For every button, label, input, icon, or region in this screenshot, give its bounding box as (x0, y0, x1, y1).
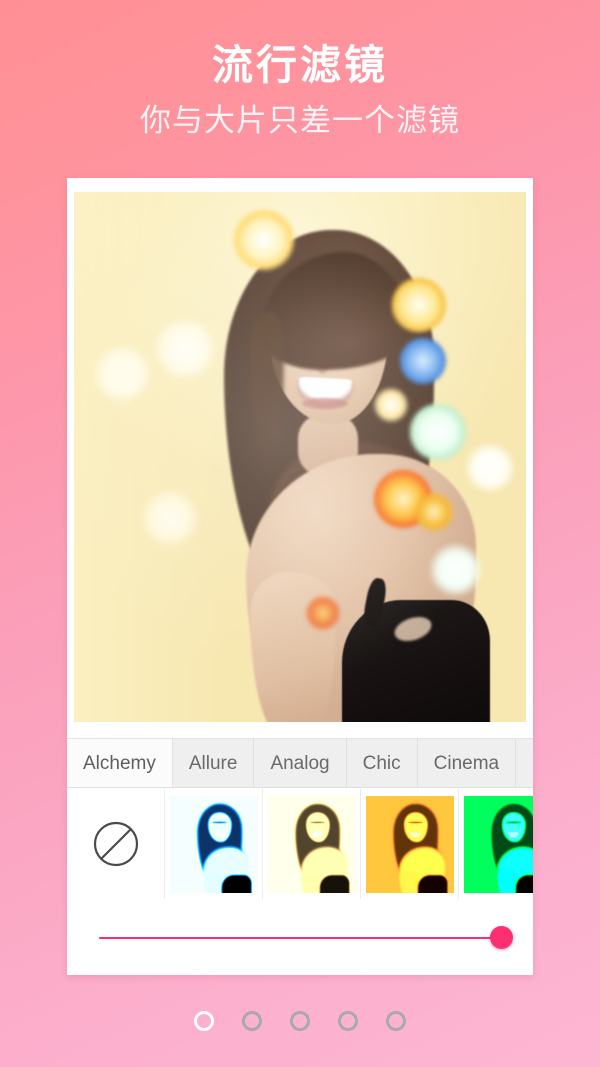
photo-preview[interactable] (74, 192, 526, 722)
tab-cinema[interactable]: Cinema (417, 739, 517, 787)
thumbnail-green-filter[interactable] (459, 789, 533, 899)
tab-allure[interactable]: Allure (172, 739, 255, 787)
bokeh-light-yellow-2 (392, 278, 446, 332)
bokeh-light-yellow-1 (234, 210, 294, 270)
bokeh-light-white-6 (374, 388, 408, 422)
bokeh-light-blue (400, 338, 446, 384)
thumbnail-gold-filter[interactable] (361, 789, 459, 899)
pagination-dots[interactable] (0, 1001, 600, 1041)
bokeh-light-white-3 (142, 490, 198, 546)
photo-image (74, 192, 526, 722)
page-title: 流行滤镜 (212, 42, 388, 88)
bokeh-light-white-1 (92, 344, 152, 404)
filter-tab-bar[interactable]: Alchemy Allure Analog Chic Cinema Daybre… (67, 738, 533, 788)
thumbnail-image (366, 796, 454, 893)
bokeh-light-gold (414, 492, 454, 532)
thumbnail-image (464, 796, 533, 893)
thumbnail-image (170, 796, 258, 893)
thumbnail-no-filter[interactable] (67, 789, 165, 899)
slider-fill (99, 937, 501, 939)
header: 流行滤镜 你与大片只差一个滤镜 (0, 0, 600, 175)
subject-lower-lip (302, 398, 348, 409)
app-screen: 流行滤镜 你与大片只差一个滤镜 Alchemy Allure Analog Ch… (0, 0, 600, 1067)
filter-thumbnail-strip[interactable] (67, 789, 533, 899)
bokeh-light-red (306, 596, 340, 630)
tab-alchemy[interactable]: Alchemy (67, 739, 173, 787)
page-dot-2[interactable] (242, 1011, 262, 1031)
page-dot-4[interactable] (338, 1011, 358, 1031)
page-dot-3[interactable] (290, 1011, 310, 1031)
bokeh-light-white-5 (466, 444, 514, 492)
bokeh-light-white-4 (430, 544, 482, 596)
circle-slash-icon (92, 820, 140, 868)
tab-chic[interactable]: Chic (346, 739, 418, 787)
thumbnail-image (268, 796, 356, 893)
page-dot-1[interactable] (194, 1011, 214, 1031)
thumbnail-blue-filter[interactable] (165, 789, 263, 899)
filter-intensity-slider[interactable] (99, 926, 513, 949)
thumbnail-cream-filter[interactable] (263, 789, 361, 899)
subject-arm (250, 572, 336, 722)
editor-card: Alchemy Allure Analog Chic Cinema Daybre… (67, 178, 533, 975)
tab-analog[interactable]: Analog (254, 739, 347, 787)
bokeh-light-white-2 (154, 318, 216, 380)
page-subtitle: 你与大片只差一个滤镜 (140, 103, 460, 138)
slider-panel (67, 899, 533, 975)
bokeh-light-green (410, 404, 466, 460)
slider-handle[interactable] (490, 926, 513, 949)
page-dot-5[interactable] (386, 1011, 406, 1031)
tab-daybreak[interactable]: Daybreak (516, 739, 533, 787)
